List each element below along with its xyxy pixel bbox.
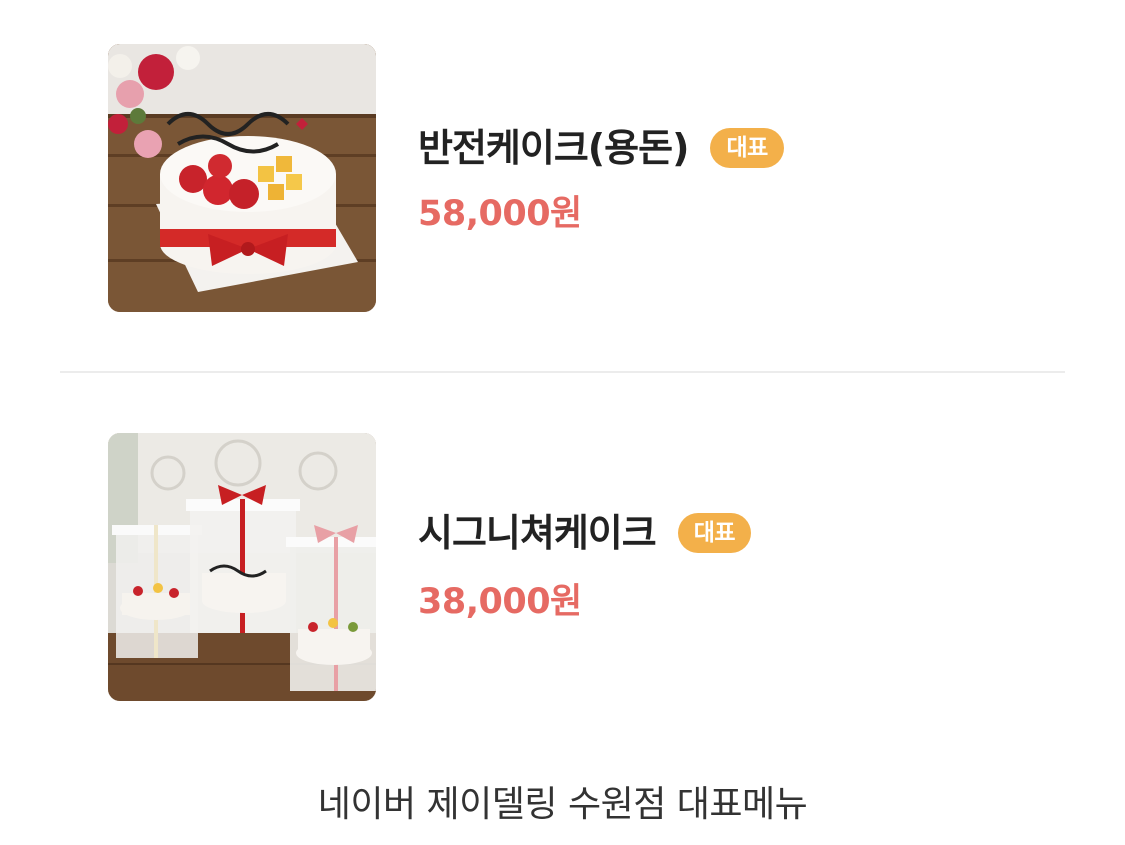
signature-badge: 대표 (710, 128, 784, 168)
menu-item-signature-cake[interactable]: 시그니쳐케이크 대표 38,000원 (108, 433, 1068, 701)
menu-item-reversal-cake[interactable]: 반전케이크(용돈) 대표 58,000원 (108, 44, 1068, 312)
menu-page: 반전케이크(용돈) 대표 58,000원 시그니쳐케이크 대표 38,000원 … (0, 0, 1125, 845)
menu-item-name-row: 시그니쳐케이크 대표 (418, 509, 752, 557)
page-caption: 네이버 제이델링 수원점 대표메뉴 (317, 784, 808, 825)
cake-photo-icon[interactable] (108, 44, 376, 312)
menu-item-name: 반전케이크(용돈) (418, 126, 689, 170)
menu-item-name: 시그니쳐케이크 (418, 511, 657, 555)
menu-item-price: 38,000원 (418, 582, 582, 622)
menu-item-name-row: 반전케이크(용돈) 대표 (418, 124, 784, 172)
menu-item-price: 58,000원 (418, 194, 582, 234)
signature-badge: 대표 (677, 513, 752, 553)
cake-photo-icon[interactable] (108, 433, 376, 701)
divider (60, 371, 1065, 373)
